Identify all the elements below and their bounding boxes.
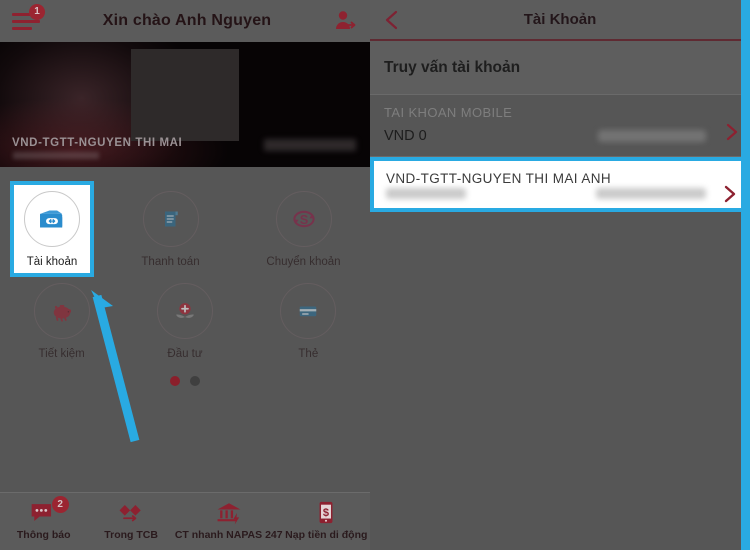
bottom-nav-label: Thông báo	[16, 529, 71, 541]
grid-item-label: Tài khoản	[26, 256, 78, 268]
piggy-bank-icon	[53, 305, 71, 322]
credit-card-icon	[300, 306, 317, 317]
service-grid: Tài khoản Thanh toán S Chuyển khoản Tiết…	[0, 167, 370, 386]
grid-item-circle	[142, 191, 199, 247]
bottom-nav-label: Nạp tiền di động	[285, 529, 368, 541]
grid-item-label: Thẻ	[298, 348, 319, 360]
pager-dots	[0, 376, 370, 386]
grid-item-circle	[156, 283, 213, 339]
grid-item-label: Chuyển khoản	[266, 256, 341, 268]
transfer-money-icon: S	[292, 210, 315, 228]
wallet-icon	[40, 210, 63, 228]
grid-item-circle	[24, 191, 80, 247]
grid-item-circle: S	[275, 191, 332, 247]
service-grid-row: Tài khoản Thanh toán S Chuyển khoản	[0, 181, 370, 277]
screenshot-root: 1 Xin chào Anh Nguyen VND-TGTT-NGUYEN TH…	[0, 0, 750, 550]
hamburger-menu-icon[interactable]: 1	[12, 4, 45, 32]
highlight-edge-marker	[741, 0, 750, 550]
grid-item-circle	[280, 283, 337, 339]
section-title: Truy vấn tài khoản	[370, 41, 750, 95]
account-name: TAI KHOAN MOBILE	[384, 105, 513, 120]
right-app-header: Tài Khoản	[370, 0, 750, 41]
bottom-nav-trong-tcb[interactable]: Trong TCB	[87, 499, 174, 541]
account-row-highlighted[interactable]: VND-TGTT-NGUYEN THI MAI ANH	[370, 157, 750, 212]
bottom-nav-label: Trong TCB	[104, 529, 158, 541]
bottom-nav-napas-247[interactable]: CT nhanh NAPAS 247	[175, 499, 283, 541]
hero-masked-value-right	[264, 139, 356, 151]
account-row[interactable]: TAI KHOAN MOBILE VND 0	[370, 95, 750, 157]
bill-icon	[164, 211, 178, 227]
notification-badge: 2	[51, 496, 69, 513]
menu-badge: 1	[29, 4, 45, 20]
mobile-topup-icon: $	[314, 499, 338, 527]
grid-item-circle	[33, 283, 90, 339]
grid-item-chuyen-khoan[interactable]: S Chuyển khoản	[237, 183, 370, 275]
hero-masked-value-left	[13, 152, 99, 159]
investment-icon	[175, 303, 194, 318]
hero-banner[interactable]: VND-TGTT-NGUYEN THI MAI	[0, 42, 370, 167]
masked-account-number-left	[386, 188, 466, 199]
grid-item-thanh-toan[interactable]: Thanh toán	[104, 183, 237, 275]
masked-account-number-right	[596, 188, 706, 199]
hero-card-image	[131, 49, 239, 141]
grid-item-tai-khoan[interactable]: Tài khoản	[10, 181, 94, 277]
grid-item-dau-tu[interactable]: Đầu tư	[123, 275, 246, 366]
grid-item-label: Thanh toán	[141, 256, 200, 268]
bottom-nav-label: CT nhanh NAPAS 247	[174, 529, 283, 541]
grid-item-label: Đầu tư	[167, 348, 203, 360]
svg-text:$: $	[323, 507, 329, 519]
account-name: VND-TGTT-NGUYEN THI MAI ANH	[386, 171, 612, 186]
bank-bolt-icon	[214, 499, 244, 527]
grid-item-tiet-kiem[interactable]: Tiết kiệm	[0, 275, 123, 366]
bottom-navigation-bar: 2 Thông báo Trong TCB CT nhanh NAPAS 247…	[0, 492, 370, 550]
chevron-right-icon[interactable]	[722, 185, 738, 203]
grid-item-the[interactable]: Thẻ	[247, 275, 370, 366]
bottom-nav-thong-bao[interactable]: 2 Thông báo	[0, 496, 87, 541]
chat-bubble-icon: 2	[29, 496, 69, 527]
back-chevron-icon[interactable]	[382, 9, 402, 31]
transfer-arrow-icon	[116, 499, 146, 527]
left-phone-screen: 1 Xin chào Anh Nguyen VND-TGTT-NGUYEN TH…	[0, 0, 370, 550]
left-app-header: 1 Xin chào Anh Nguyen	[0, 0, 370, 42]
right-phone-screen: Tài Khoản Truy vấn tài khoản TAI KHOAN M…	[370, 0, 750, 550]
svg-text:S: S	[299, 212, 308, 227]
chevron-right-icon[interactable]	[724, 123, 740, 141]
right-page-title: Tài Khoản	[523, 11, 597, 28]
logout-person-icon[interactable]	[332, 8, 358, 34]
pager-dot-active[interactable]	[170, 376, 180, 386]
hero-account-label: VND-TGTT-NGUYEN THI MAI	[12, 137, 183, 149]
page-title: Xin chào Anh Nguyen	[102, 12, 272, 29]
bottom-nav-nap-tien[interactable]: $ Nạp tiền di động	[283, 499, 370, 541]
masked-account-number	[598, 130, 706, 142]
service-grid-row: Tiết kiệm Đầu tư Thẻ	[0, 275, 370, 366]
pager-dot-inactive[interactable]	[190, 376, 200, 386]
grid-item-label: Tiết kiệm	[38, 348, 85, 360]
